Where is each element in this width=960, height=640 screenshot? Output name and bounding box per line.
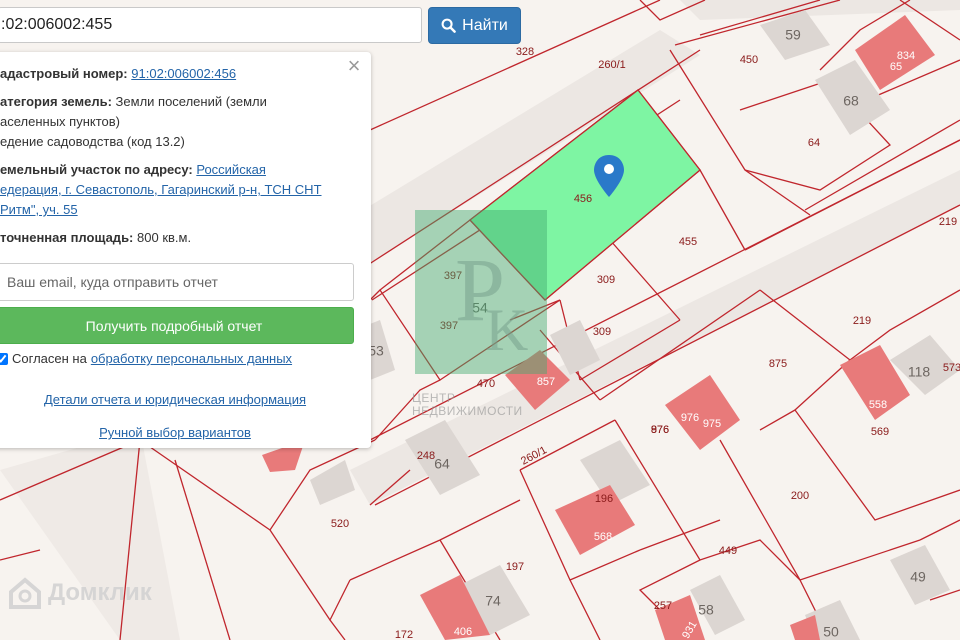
get-report-button[interactable]: Получить подробный отчет (0, 307, 354, 344)
map-label-64b: 64 (434, 456, 450, 472)
map-label-309a: 309 (597, 274, 615, 286)
map-label-257: 257 (654, 600, 672, 612)
address-link-2[interactable]: едерация, г. Севастополь, Гагаринский р-… (0, 182, 322, 197)
watermark-line2: НЕДВИЖИМОСТИ (412, 404, 523, 418)
category-value-3: едение садоводства (код 13.2) (0, 134, 185, 149)
map-label-50: 50 (823, 624, 839, 640)
area-value: 800 кв.м. (137, 230, 192, 245)
parcel-info-panel: × адастровый номер: 91:02:006002:456 ате… (0, 52, 371, 448)
map-label-568: 568 (594, 531, 612, 543)
map-label-558: 558 (869, 399, 887, 411)
map-label-59: 59 (785, 27, 801, 43)
area-row: точненная площадь: 800 кв.м. (0, 228, 353, 248)
map-label-975: 975 (703, 418, 721, 430)
svg-text:K: K (485, 297, 528, 363)
details-link[interactable]: Детали отчета и юридическая информация (44, 392, 306, 407)
category-label: атегория земель: (0, 94, 112, 109)
consent-text: Согласен на (12, 351, 87, 366)
search-button[interactable]: Найти (428, 7, 521, 44)
map-label-573: 573 (943, 362, 960, 374)
map-label-406: 406 (454, 626, 472, 638)
house-icon (9, 577, 41, 609)
domclick-logo: Домклик (8, 576, 152, 610)
map-label-876: 876 (651, 424, 669, 436)
map-label-196: 196 (595, 493, 613, 505)
consent-checkbox[interactable] (0, 353, 8, 365)
map-label-520: 520 (331, 518, 349, 530)
get-report-label: Получить подробный отчет (85, 317, 263, 334)
map-label-328: 328 (516, 46, 534, 58)
address-link-3[interactable]: Ритм", уч. 55 (0, 202, 78, 217)
watermark-text: ЦЕНТР НЕДВИЖИМОСТИ (412, 392, 552, 418)
map-label-976a: 976 (681, 412, 699, 424)
map-label-455: 455 (679, 236, 697, 248)
category-value-2: аселенных пунктов) (0, 114, 120, 129)
email-field[interactable] (0, 263, 354, 301)
manual-selection-link[interactable]: Ручной выбор вариантов (99, 425, 251, 440)
map-label-450: 450 (740, 54, 758, 66)
map-label-68: 68 (843, 93, 859, 109)
map-label-875: 875 (769, 358, 787, 370)
address-link-1[interactable]: Российская (196, 162, 266, 177)
map-label-219: 219 (939, 216, 957, 228)
map-label-248: 248 (417, 450, 435, 462)
area-label: точненная площадь: (0, 230, 134, 245)
map-label-260-1: 260/1 (598, 59, 626, 71)
search-input[interactable] (0, 7, 422, 43)
map-label-569: 569 (871, 426, 889, 438)
map-label-49: 49 (910, 569, 926, 585)
category-row: атегория земель: Земли поселений (земли … (0, 92, 353, 152)
map-label-857: 857 (537, 376, 555, 388)
manual-link-row: Ручной выбор вариантов (0, 423, 360, 443)
cadastral-row: адастровый номер: 91:02:006002:456 (0, 64, 353, 84)
consent-row: Согласен на обработку персональных данны… (0, 349, 292, 369)
cadastral-label: адастровый номер: (0, 66, 128, 81)
details-link-row: Детали отчета и юридическая информация (0, 390, 360, 410)
map-label-449: 449 (719, 545, 737, 557)
watermark-logo: P K (415, 210, 547, 374)
map-label-456: 456 (574, 193, 592, 205)
address-label: емельный участок по адресу: (0, 162, 193, 177)
map-label-219b: 219 (853, 315, 871, 327)
map-label-172: 172 (395, 629, 413, 640)
map-label-309b: 309 (593, 326, 611, 338)
map-label-74: 74 (485, 593, 501, 609)
consent-link[interactable]: обработку персональных данных (91, 349, 292, 369)
map-label-64: 64 (808, 137, 820, 149)
cadastral-number-link[interactable]: 91:02:006002:456 (131, 66, 236, 81)
map-label-118: 118 (908, 364, 931, 380)
close-icon[interactable]: × (345, 55, 363, 77)
map-label-58: 58 (698, 602, 714, 618)
address-row: емельный участок по адресу: Российская е… (0, 160, 353, 220)
map-label-197: 197 (506, 561, 524, 573)
map-label-470: 470 (477, 378, 495, 390)
map-label-65: 65 (890, 61, 902, 73)
map-label-200: 200 (791, 490, 809, 502)
domclick-brand: Домклик (48, 579, 152, 606)
search-button-label: Найти (462, 16, 508, 34)
category-value-1: Земли поселений (земли (115, 94, 267, 109)
search-icon (441, 18, 456, 33)
